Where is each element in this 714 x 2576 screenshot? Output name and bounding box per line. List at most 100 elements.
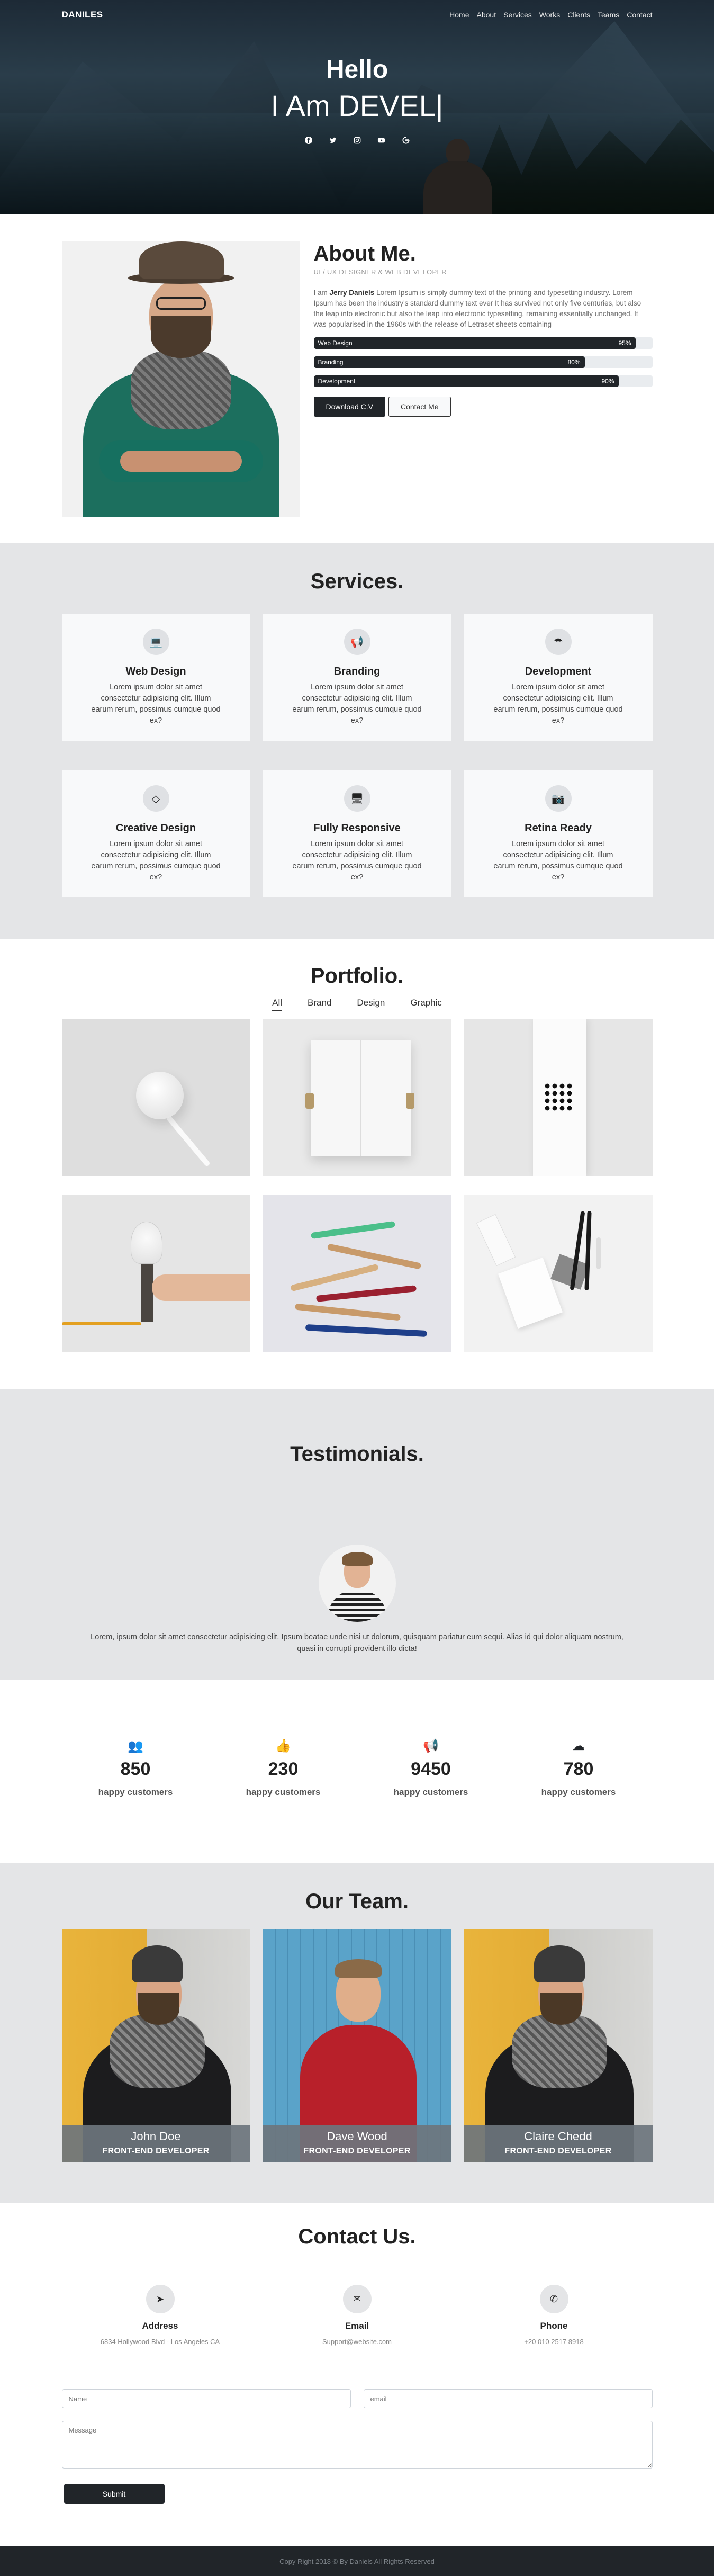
- services-section: Services. 💻 Web Design Lorem ipsum dolor…: [0, 543, 714, 939]
- member-role: FRONT-END DEVELOPER: [102, 2147, 210, 2156]
- thumbs-up-icon: 👍: [275, 1739, 291, 1753]
- service-title: Fully Responsive: [313, 822, 401, 834]
- service-text: Lorem ipsum dolor sit amet consectetur a…: [493, 840, 623, 882]
- contact-label: Address: [142, 2321, 178, 2331]
- member-caption: Dave Wood FRONT-END DEVELOPER: [263, 2125, 451, 2162]
- instagram-icon[interactable]: [350, 133, 364, 147]
- nav-home[interactable]: Home: [446, 11, 473, 19]
- portfolio-item[interactable]: [263, 1019, 451, 1176]
- tab-design[interactable]: Design: [357, 998, 385, 1011]
- hero-person: [418, 139, 498, 214]
- member-name: Claire Chedd: [524, 2130, 592, 2143]
- google-icon[interactable]: [399, 133, 413, 147]
- envelope-icon: ✉: [342, 2285, 372, 2313]
- team-grid: John Doe FRONT-END DEVELOPER Dave Wood F…: [61, 1929, 653, 2162]
- about-section: About Me. UI / UX DESIGNER & WEB DEVELOP…: [0, 214, 714, 543]
- youtube-icon[interactable]: [375, 133, 388, 147]
- service-title: Web Design: [125, 666, 186, 677]
- about-role: UI / UX DESIGNER & WEB DEVELOPER: [313, 268, 447, 276]
- submit-button[interactable]: Submit: [64, 2484, 165, 2504]
- skill-fill: Web Design 95%: [313, 337, 636, 349]
- contact-label: Email: [345, 2321, 369, 2331]
- team-member-card[interactable]: John Doe FRONT-END DEVELOPER: [61, 1929, 250, 2162]
- about-buttons: Download C.V Contact Me: [313, 397, 653, 417]
- tab-brand[interactable]: Brand: [308, 998, 331, 1011]
- service-title: Creative Design: [115, 822, 196, 834]
- services-title: Services.: [310, 570, 404, 593]
- service-title: Development: [525, 666, 592, 677]
- desktop-icon: 🖥: [344, 785, 370, 812]
- portfolio-item[interactable]: [464, 1019, 653, 1176]
- portfolio-item[interactable]: [263, 1195, 451, 1352]
- avatar: [318, 1545, 396, 1622]
- nav-contact[interactable]: Contact: [623, 11, 652, 19]
- camera-icon: 📷: [545, 785, 572, 812]
- nav-works[interactable]: Works: [536, 11, 564, 19]
- umbrella-icon: ☂: [545, 629, 572, 655]
- hero-tagline: I Am DEVEL|: [270, 89, 444, 122]
- portfolio-filter-tabs: All Brand Design Graphic: [62, 998, 653, 1011]
- brand-logo[interactable]: DANILES: [62, 10, 103, 20]
- users-icon: 👥: [128, 1739, 143, 1753]
- contact-form: Submit: [61, 2389, 653, 2504]
- portfolio-item[interactable]: [61, 1195, 250, 1352]
- service-text: Lorem ipsum dolor sit amet consectetur a…: [493, 683, 623, 725]
- portfolio-item[interactable]: [61, 1019, 250, 1176]
- portfolio-item[interactable]: [464, 1195, 653, 1352]
- service-card: 💻 Web Design Lorem ipsum dolor sit amet …: [61, 614, 250, 741]
- counter-number: 230: [268, 1759, 299, 1779]
- skill-bar-web-design: Web Design 95%: [313, 337, 653, 349]
- testimonials-title: Testimonials.: [290, 1442, 424, 1466]
- nav-clients[interactable]: Clients: [564, 11, 594, 19]
- facebook-icon[interactable]: [302, 133, 315, 147]
- team-member-card[interactable]: Claire Chedd FRONT-END DEVELOPER: [464, 1929, 653, 2162]
- phone-icon: ✆: [539, 2285, 568, 2313]
- service-card: ◇ Creative Design Lorem ipsum dolor sit …: [61, 770, 250, 897]
- contact-value: 6834 Hollywood Blvd - Los Angeles CA: [100, 2338, 220, 2346]
- copyright-text: Copy Right 2018 © By Daniels All Rights …: [279, 2557, 435, 2565]
- service-card: 📷 Retina Ready Lorem ipsum dolor sit ame…: [464, 770, 653, 897]
- hero-section: Hello I Am DEVEL|: [0, 0, 714, 214]
- nav-about[interactable]: About: [473, 11, 500, 19]
- skill-fill: Development 90%: [313, 375, 619, 387]
- about-info: About Me. UI / UX DESIGNER & WEB DEVELOP…: [313, 241, 653, 517]
- message-textarea[interactable]: [61, 2421, 653, 2469]
- contact-me-button[interactable]: Contact Me: [388, 397, 451, 417]
- member-name: John Doe: [131, 2130, 181, 2143]
- nav-menu: Home About Services Works Clients Teams …: [446, 11, 652, 19]
- nav-services[interactable]: Services: [500, 11, 536, 19]
- team-member-card[interactable]: Dave Wood FRONT-END DEVELOPER: [263, 1929, 451, 2162]
- member-role: FRONT-END DEVELOPER: [504, 2147, 612, 2156]
- location-arrow-icon: ➤: [146, 2285, 175, 2313]
- skill-fill: Branding 80%: [313, 356, 585, 368]
- email-input[interactable]: [363, 2389, 653, 2408]
- about-bio: I am Jerry Daniels Lorem Ipsum is simply…: [313, 289, 641, 328]
- member-role: FRONT-END DEVELOPER: [303, 2147, 411, 2156]
- name-input[interactable]: [61, 2389, 351, 2408]
- counter-number: 9450: [411, 1759, 451, 1779]
- nav-teams[interactable]: Teams: [594, 11, 623, 19]
- contact-section: Contact Us. ➤ Address 6834 Hollywood Blv…: [0, 2203, 714, 2525]
- testimonial-quote: Lorem, ipsum dolor sit amet consectetur …: [91, 1633, 623, 1653]
- contact-label: Phone: [540, 2321, 568, 2331]
- hero-text: Hello I Am DEVEL|: [0, 55, 714, 147]
- counter-label: happy customers: [246, 1787, 321, 1797]
- counters-section: 👥 850 happy customers 👍 230 happy custom…: [0, 1680, 714, 1863]
- service-title: Retina Ready: [525, 822, 592, 834]
- tab-all[interactable]: All: [272, 998, 283, 1011]
- tab-graphic[interactable]: Graphic: [410, 998, 442, 1011]
- service-text: Lorem ipsum dolor sit amet consectetur a…: [91, 683, 221, 725]
- service-text: Lorem ipsum dolor sit amet consectetur a…: [292, 683, 422, 725]
- twitter-icon[interactable]: [326, 133, 340, 147]
- counter-item: 👍 230 happy customers: [210, 1738, 357, 1798]
- portfolio-grid: [61, 1019, 653, 1352]
- contact-item-phone: ✆ Phone +20 010 2517 8918: [456, 2285, 653, 2346]
- navbar: DANILES Home About Services Works Client…: [0, 0, 714, 30]
- service-card: 🖥 Fully Responsive Lorem ipsum dolor sit…: [263, 770, 451, 897]
- counter-label: happy customers: [98, 1787, 173, 1797]
- download-cv-button[interactable]: Download C.V: [313, 397, 385, 417]
- services-grid: 💻 Web Design Lorem ipsum dolor sit amet …: [61, 614, 653, 897]
- about-name: Jerry Daniels: [329, 289, 375, 297]
- portfolio-section: Portfolio. All Brand Design Graphic: [0, 939, 714, 1389]
- counter-item: 👥 850 happy customers: [62, 1738, 210, 1798]
